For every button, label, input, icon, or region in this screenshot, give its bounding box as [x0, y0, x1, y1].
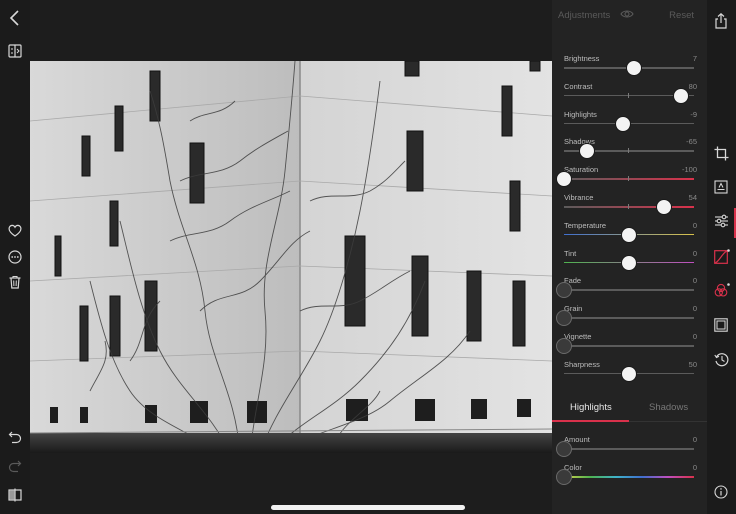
color-mix-icon[interactable] [714, 283, 730, 298]
share-icon[interactable] [714, 13, 728, 29]
temperature-knob[interactable] [621, 226, 637, 243]
history-icon[interactable] [714, 352, 729, 367]
vibrance-track[interactable] [564, 206, 694, 208]
brightness-value: 7 [692, 54, 697, 63]
fade-track[interactable] [564, 289, 694, 291]
saturation-value: -100 [681, 165, 697, 175]
vignette-track[interactable] [564, 345, 694, 347]
amount-slider[interactable]: Amount 0 [556, 435, 697, 457]
saturation-track[interactable] [564, 178, 694, 180]
eye-preview-icon[interactable] [620, 9, 634, 19]
saturation-center-tick [628, 176, 629, 182]
saturation-knob[interactable] [556, 171, 572, 188]
adjustments-title: Adjustments [558, 10, 611, 21]
building-photo-image [30, 61, 552, 453]
vignette-value: 0 [692, 332, 697, 341]
highlights-value: -9 [690, 109, 697, 119]
info-icon[interactable] [714, 485, 728, 499]
grain-knob[interactable] [556, 310, 572, 327]
sharpness-label: Sharpness [564, 359, 600, 369]
temperature-slider[interactable]: Temperature 0 [564, 220, 697, 243]
adjustments-panel: Adjustments Reset Brightness 7 Contrast 80 H… [552, 0, 707, 514]
vibrance-slider[interactable]: Vibrance 54 [564, 193, 697, 215]
split-tone-tabs: Highlights Shadows [552, 396, 707, 422]
left-toolbar [0, 0, 30, 514]
back-chevron-icon[interactable] [8, 10, 22, 26]
vignette-slider[interactable]: Vignette 0 [556, 332, 697, 354]
contrast-center-tick [628, 92, 629, 98]
amount-track[interactable] [564, 448, 694, 450]
text-frame-icon[interactable] [714, 180, 728, 194]
temperature-value: 0 [692, 220, 697, 230]
contrast-slider[interactable]: Contrast 80 [564, 81, 697, 104]
vibrance-value: 54 [688, 193, 697, 202]
color-track[interactable] [564, 476, 694, 478]
redo-icon[interactable] [8, 459, 22, 473]
saturation-slider[interactable]: Saturation -100 [556, 165, 697, 188]
undo-icon[interactable] [8, 430, 22, 444]
highlights-knob[interactable] [615, 115, 632, 132]
color-knob[interactable] [556, 469, 572, 485]
panel-header: Adjustments Reset [552, 0, 707, 30]
heart-icon[interactable] [8, 224, 22, 237]
tint-knob[interactable] [621, 254, 637, 271]
shadows-slider[interactable]: Shadows -65 [564, 137, 697, 160]
vignette-knob[interactable] [556, 338, 572, 354]
tint-value: 0 [692, 248, 697, 258]
highlights-label: Highlights [564, 109, 597, 119]
temperature-label: Temperature [564, 220, 607, 230]
tab-shadows[interactable]: Shadows [649, 402, 688, 413]
crop-icon[interactable] [714, 146, 729, 161]
edited-photo[interactable] [30, 61, 552, 453]
compare-toggle-icon[interactable] [8, 44, 22, 58]
more-options-icon[interactable] [8, 250, 22, 264]
contrast-label: Contrast [564, 81, 593, 91]
brightness-label: Brightness [564, 54, 600, 63]
curves-icon[interactable] [714, 249, 730, 264]
sharpness-value: 50 [688, 359, 697, 369]
photo-canvas[interactable] [30, 0, 552, 514]
color-value: 0 [692, 463, 697, 472]
tab-highlights[interactable]: Highlights [570, 402, 612, 413]
shadows-knob[interactable] [578, 143, 595, 160]
highlights-slider[interactable]: Highlights -9 [564, 109, 697, 132]
active-tab-indicator [552, 420, 629, 422]
tint-label: Tint [564, 248, 577, 258]
trash-icon[interactable] [8, 275, 22, 289]
fade-knob[interactable] [556, 282, 572, 299]
frame-icon[interactable] [714, 318, 728, 332]
right-toolbar [707, 0, 736, 514]
before-after-icon[interactable] [8, 488, 22, 502]
brightness-slider[interactable]: Brightness 7 [564, 54, 697, 76]
shadows-center-tick [628, 148, 629, 154]
grain-slider[interactable]: Grain 0 [556, 304, 697, 327]
grain-track[interactable] [564, 317, 694, 319]
sharpness-slider[interactable]: Sharpness 50 [564, 359, 697, 382]
amount-knob[interactable] [556, 441, 572, 457]
reset-button[interactable]: Reset [669, 10, 694, 21]
tint-slider[interactable]: Tint 0 [564, 248, 697, 271]
contrast-knob[interactable] [673, 87, 689, 104]
home-indicator [271, 505, 465, 510]
grain-value: 0 [692, 304, 697, 314]
vibrance-knob[interactable] [656, 199, 673, 215]
amount-value: 0 [692, 435, 697, 444]
fade-value: 0 [692, 276, 697, 286]
vibrance-label: Vibrance [564, 193, 594, 202]
sharpness-knob[interactable] [621, 365, 637, 382]
contrast-value: 80 [688, 81, 697, 91]
adjust-sliders-icon[interactable] [714, 214, 729, 228]
shadows-value: -65 [686, 137, 697, 147]
brightness-knob[interactable] [625, 60, 642, 76]
vibrance-center-tick [628, 204, 629, 209]
fade-slider[interactable]: Fade 0 [556, 276, 697, 299]
color-slider[interactable]: Color 0 [556, 463, 697, 485]
